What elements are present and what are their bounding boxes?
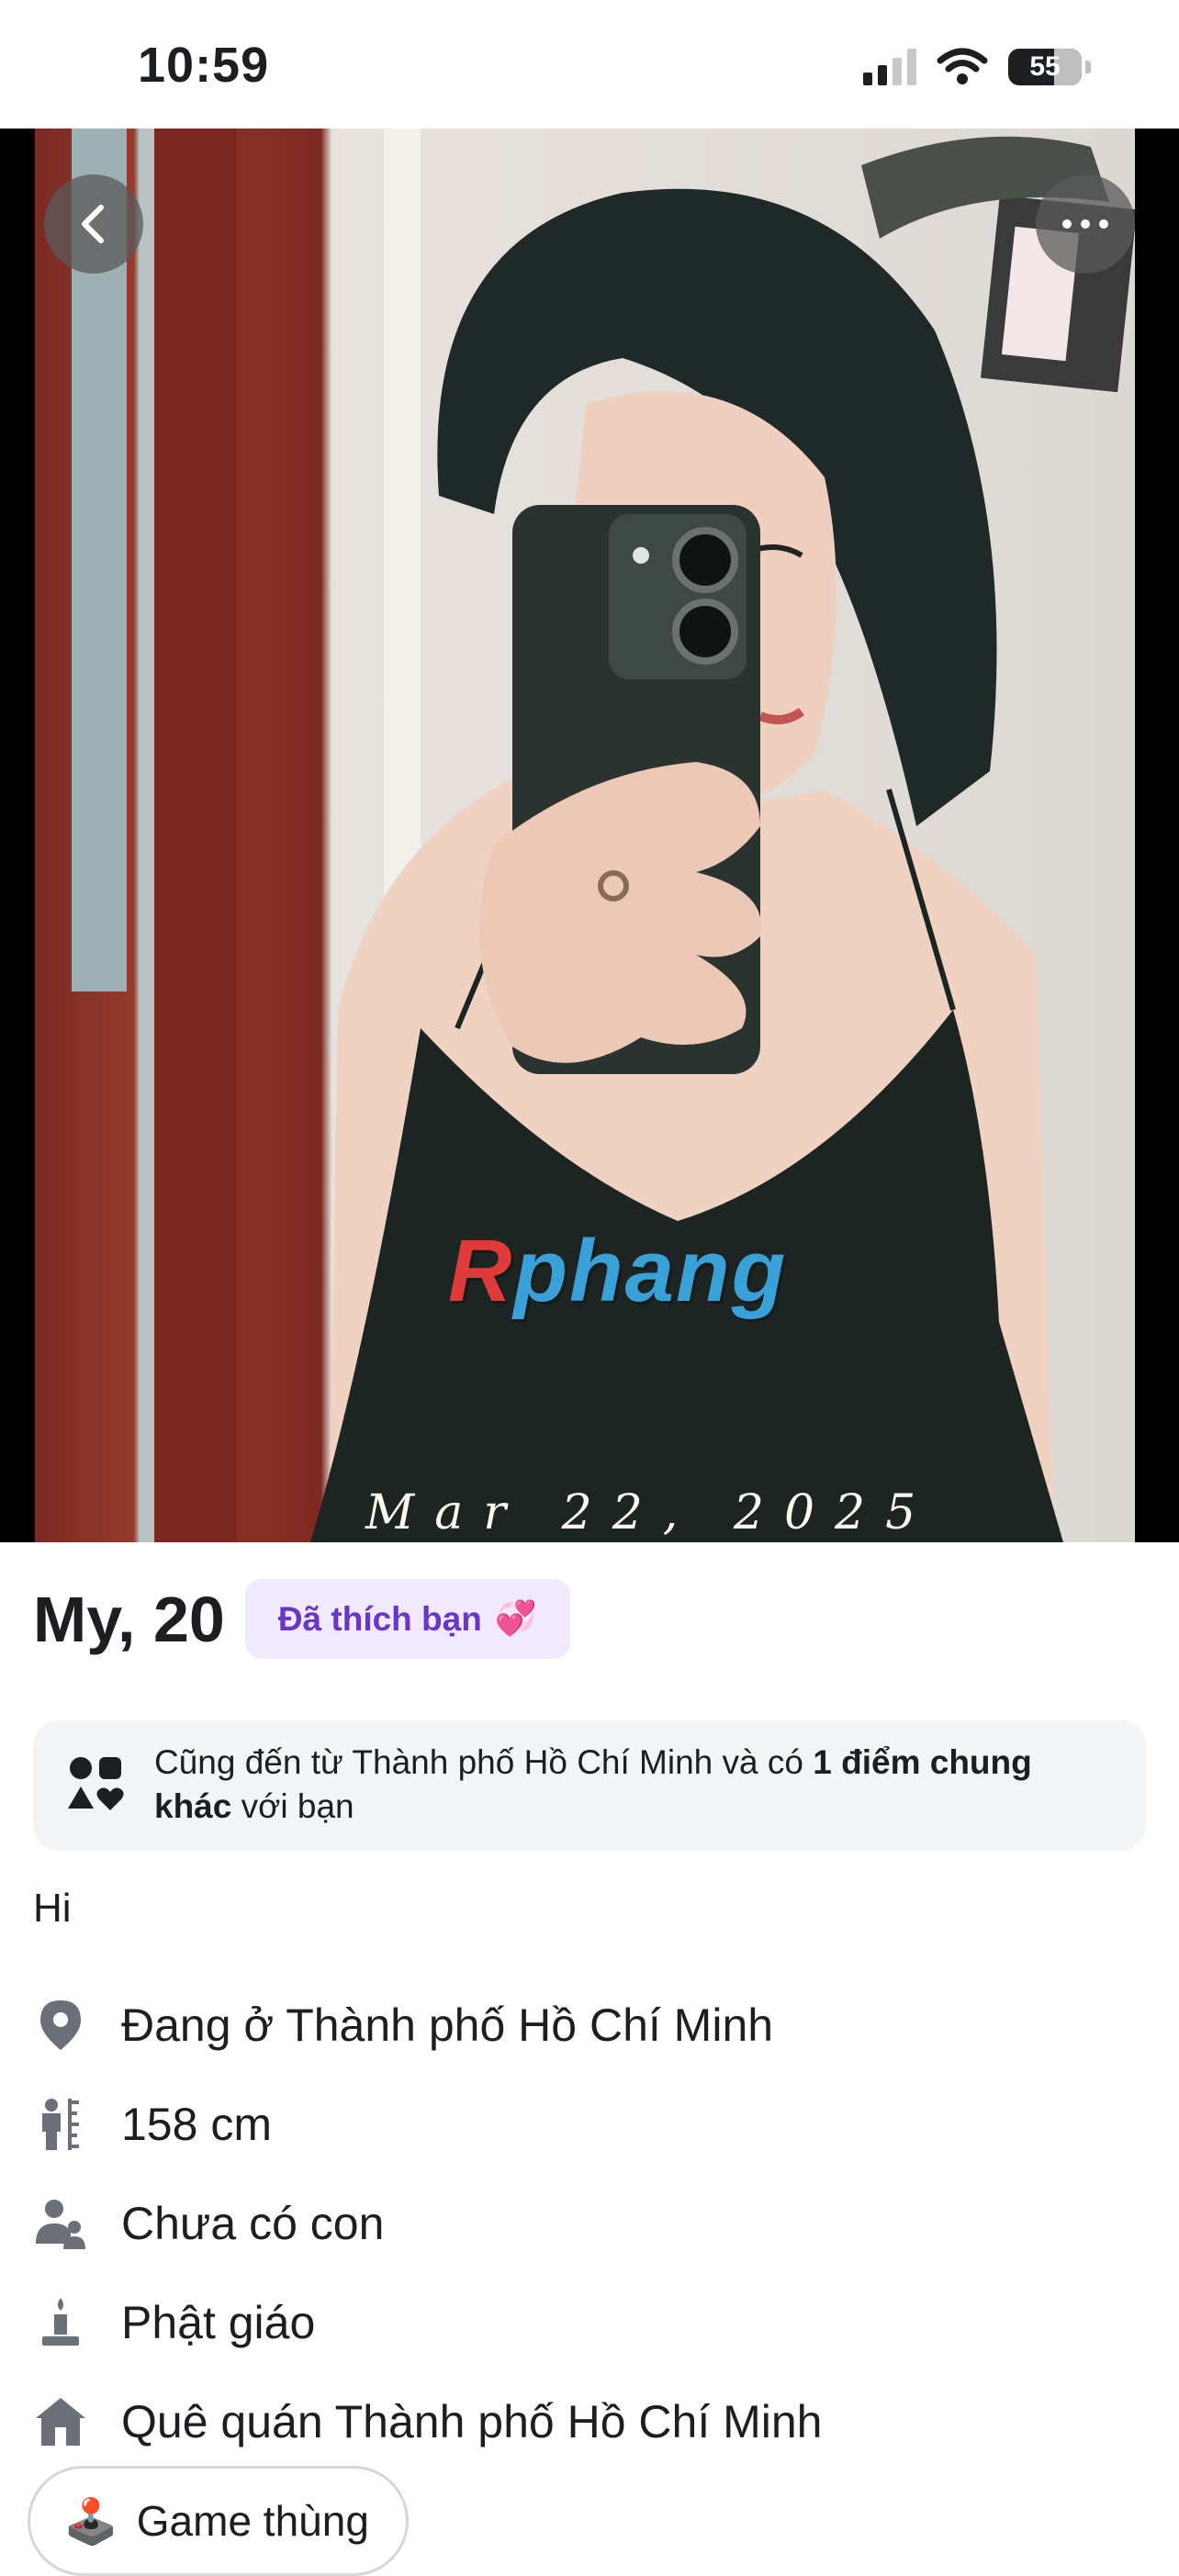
profile-header: My, 20 Đã thích bạn 💞 (33, 1579, 570, 1659)
detail-children-text: Chưa có con (121, 2198, 385, 2249)
detail-height-text: 158 cm (121, 2099, 272, 2150)
status-bar: 10:59 55 (0, 0, 1179, 129)
common-interests-text: Cũng đến từ Thành phố Hồ Chí Minh và có … (154, 1741, 1113, 1829)
common-shapes-icon (68, 1757, 124, 1810)
detail-hometown: Quê quán Thành phố Hồ Chí Minh (33, 2372, 1153, 2471)
location-pin-icon (33, 1998, 88, 2053)
profile-name-age: My, 20 (33, 1583, 225, 1655)
photo-date-stamp: Mar 22, 2025 (365, 1485, 937, 1540)
profile-bio: Hi (33, 1886, 72, 1931)
home-icon (33, 2394, 88, 2449)
children-icon (33, 2196, 88, 2251)
cellular-signal-icon (863, 49, 916, 85)
detail-location-text: Đang ở Thành phố Hồ Chí Minh (121, 1999, 774, 2051)
interest-chip-label: Game thùng (136, 2497, 369, 2545)
more-options-button[interactable] (1036, 174, 1135, 274)
status-icons: 55 (863, 48, 1091, 86)
status-time: 10:59 (138, 38, 270, 93)
liked-you-badge: Đã thích bạn 💞 (244, 1579, 570, 1659)
watermark-text: R (448, 1222, 514, 1320)
common-bold-other: khác (154, 1787, 232, 1825)
common-interests-card[interactable]: Cũng đến từ Thành phố Hồ Chí Minh và có … (33, 1720, 1146, 1851)
wifi-icon (937, 48, 988, 84)
battery-level: 55 (1029, 51, 1061, 82)
detail-children: Chưa có con (33, 2174, 1153, 2273)
back-button[interactable] (44, 174, 143, 274)
chevron-left-icon (82, 205, 104, 243)
photo-scene: Rphang Mar 22, 2025 (35, 129, 1135, 1542)
profile-photo[interactable]: Rphang Mar 22, 2025 (0, 129, 1179, 1542)
religion-icon (33, 2295, 88, 2350)
liked-badge-label: Đã thích bạn (277, 1599, 482, 1638)
detail-religion-text: Phật giáo (121, 2297, 316, 2348)
joystick-icon: 🕹️ (63, 2497, 118, 2547)
detail-hometown-text: Quê quán Thành phố Hồ Chí Minh (121, 2396, 823, 2447)
photo-watermark: Rphang (448, 1221, 787, 1322)
battery-tip (1085, 61, 1091, 73)
more-horizontal-icon (1062, 219, 1108, 229)
watermark-text-rest: phang (513, 1222, 788, 1320)
common-suffix: với bạn (231, 1787, 354, 1825)
photo-illustration (72, 129, 1135, 1542)
common-bold-count: 1 điểm chung (813, 1743, 1032, 1781)
height-icon (33, 2097, 88, 2152)
detail-height: 158 cm (33, 2075, 1153, 2174)
profile-details-list: Đang ở Thành phố Hồ Chí Minh 158 cm Chưa… (33, 1976, 1153, 2471)
battery-icon: 55 (1008, 49, 1082, 85)
detail-religion: Phật giáo (33, 2273, 1153, 2372)
detail-location: Đang ở Thành phố Hồ Chí Minh (33, 1976, 1153, 2075)
interest-chip[interactable]: 🕹️ Game thùng (28, 2466, 409, 2576)
common-prefix: Cũng đến từ Thành phố Hồ Chí Minh và có (154, 1743, 814, 1781)
hearts-icon: 💞 (494, 1599, 537, 1637)
